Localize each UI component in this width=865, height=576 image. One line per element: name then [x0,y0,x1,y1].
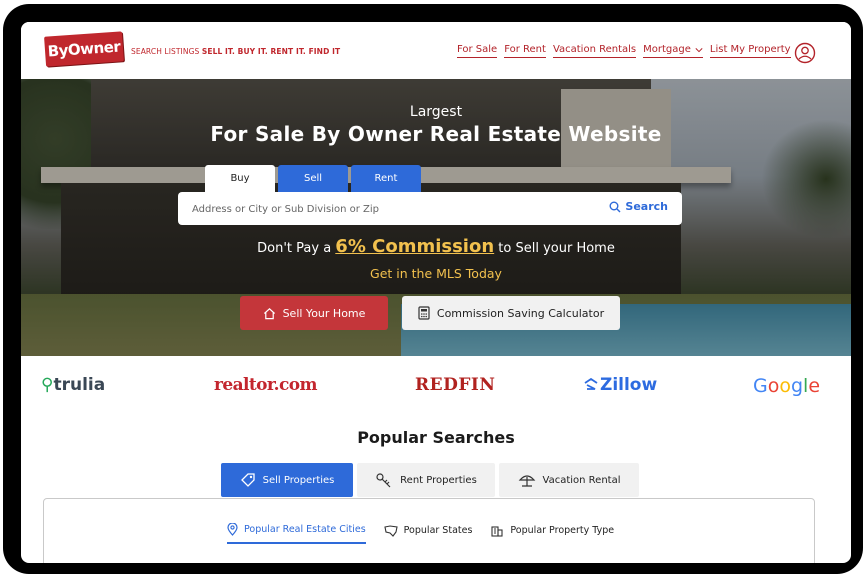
subtab-popular-property-type[interactable]: Popular Property Type [490,523,614,544]
promo-highlight: 6% Commission [335,236,495,257]
nav-mortgage[interactable]: Mortgage [643,44,703,58]
nav-for-sale[interactable]: For Sale [457,44,498,58]
sell-your-home-label: Sell Your Home [282,306,366,320]
popular-subtabs: Popular Real Estate Cities Popular State… [227,523,614,544]
hero-banner: Largest For Sale By Owner Real Estate We… [21,79,851,356]
redfin-logo: REDFIN [415,375,496,395]
subtab-popular-cities-label: Popular Real Estate Cities [244,524,366,535]
chevron-down-icon [695,47,703,52]
google-logo: Google [753,375,821,397]
nav-list-my-property[interactable]: List My Property [709,44,791,58]
tagline-bold: SELL IT. BUY IT. RENT IT. FIND IT [201,47,341,56]
search-icon [609,201,621,212]
search-input[interactable] [192,200,572,218]
sell-your-home-button[interactable]: Sell Your Home [240,296,388,330]
nav-for-rent[interactable]: For Rent [504,44,546,58]
tag-icon [240,473,255,487]
byowner-logo[interactable]: ByOwner [44,31,124,67]
tab-sell-properties-label: Sell Properties [262,474,335,486]
trulia-pin-icon: ⚲ [41,375,54,395]
map-pin-icon [227,523,238,536]
nav-mortgage-label: Mortgage [643,44,691,55]
browser-screen: ByOwner SEARCH LISTINGS SELL IT. BUY IT.… [21,22,851,563]
promo-suffix: to Sell your Home [494,241,615,256]
search-type-tabs: Buy Sell Rent [205,165,421,192]
commission-calculator-label: Commission Saving Calculator [436,306,605,320]
search-button[interactable]: Search [609,200,668,213]
subtab-popular-states-label: Popular States [403,525,473,536]
popular-searches-title: Popular Searches [357,428,515,447]
promo-subtitle: Get in the MLS Today [370,266,502,281]
tab-buy[interactable]: Buy [205,165,275,192]
subtab-popular-property-type-label: Popular Property Type [510,525,615,536]
beach-umbrella-icon [518,475,535,487]
building-icon [491,526,503,537]
hero-pretitle: Largest [409,104,463,120]
tab-vacation-rental-label: Vacation Rental [542,474,621,486]
promo-line: Don't Pay a 6% Commission to Sell your H… [21,236,851,257]
popular-searches-panel: Popular Real Estate Cities Popular State… [43,498,815,563]
trulia-logo: ⚲trulia [41,375,105,395]
promo-prefix: Don't Pay a [257,241,336,256]
popular-tabs: Sell Properties Rent Properties Vacation… [221,463,639,497]
commission-calculator-button[interactable]: Commission Saving Calculator [402,296,620,330]
site-header: ByOwner SEARCH LISTINGS SELL IT. BUY IT.… [21,22,851,79]
tab-rent-properties-label: Rent Properties [400,474,477,486]
subtab-popular-states[interactable]: Popular States [384,523,473,544]
state-map-icon [384,524,398,537]
zillow-house-icon [584,377,598,390]
search-button-label: Search [625,200,668,213]
trulia-text: trulia [53,375,106,395]
subtab-popular-cities[interactable]: Popular Real Estate Cities [227,523,366,544]
keys-icon [376,473,391,488]
tagline-prefix: SEARCH LISTINGS [131,47,202,56]
realtor-logo: realtor.com [214,375,317,395]
logo-text: ByOwner [47,37,121,61]
tab-sell-properties[interactable]: Sell Properties [221,463,353,497]
zillow-logo: Zillow [584,375,657,395]
tab-rent[interactable]: Rent [351,165,421,192]
hero-title: For Sale By Owner Real Estate Website [210,122,662,146]
tagline: SEARCH LISTINGS SELL IT. BUY IT. RENT IT… [131,47,340,56]
tab-sell[interactable]: Sell [278,165,348,192]
partner-logos: ⚲trulia realtor.com REDFIN Zillow Google [21,375,851,405]
tab-rent-properties[interactable]: Rent Properties [357,463,495,497]
nav-vacation-rentals[interactable]: Vacation Rentals [552,44,637,58]
user-account-icon[interactable] [794,42,816,64]
tab-vacation-rental[interactable]: Vacation Rental [499,463,639,497]
zillow-text: Zillow [600,375,658,395]
search-bar: Search [178,192,682,225]
home-icon [263,307,275,319]
main-nav: For Sale For Rent Vacation Rentals Mortg… [457,44,791,58]
calculator-icon [418,306,430,320]
device-frame: ByOwner SEARCH LISTINGS SELL IT. BUY IT.… [3,4,863,574]
